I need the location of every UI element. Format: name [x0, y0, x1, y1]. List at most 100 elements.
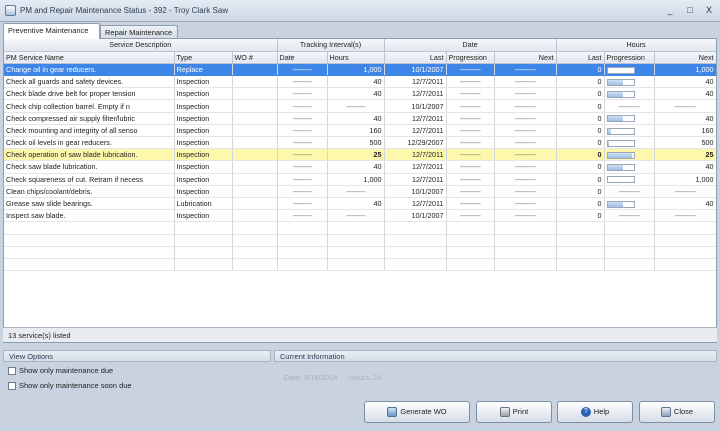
cell-hours-last: 0	[556, 63, 605, 77]
cell-hours-last: 0	[556, 185, 605, 198]
table-row[interactable]: Clean chips/coolant/debris. Inspection ---…	[4, 185, 716, 198]
column-header-interval-hours[interactable]: Hours	[327, 51, 385, 64]
table-row[interactable]: Check operation of saw blade lubrication…	[4, 148, 716, 162]
cell-interval-date: ----------	[277, 160, 328, 174]
hours-progress-bar	[606, 127, 635, 135]
cell-date-progression: -----------	[446, 197, 495, 211]
cell-date-last: 10/1/2007	[384, 209, 447, 223]
empty-cell	[654, 258, 716, 272]
empty-cell	[327, 258, 385, 272]
tab-preventive-maintenance[interactable]: Preventive Maintenance	[3, 23, 100, 39]
cell-type: Inspection	[174, 148, 233, 162]
view-options-header: View Options	[3, 350, 271, 362]
empty-cell	[277, 246, 328, 259]
empty-cell	[494, 221, 557, 235]
cell-hours-last: 0	[556, 197, 605, 211]
cell-hours-next: 500	[654, 136, 716, 150]
table-row[interactable]: Check oil levels in gear reducers. Inspec…	[4, 136, 716, 150]
column-header-hours-progression[interactable]: Progression	[604, 51, 655, 64]
option-due-only[interactable]: Show only maintenance due	[8, 366, 113, 376]
hours-progress-bar	[606, 176, 635, 184]
cell-date-progression: -----------	[446, 209, 495, 223]
column-header-wo[interactable]: WO #	[232, 51, 278, 64]
cell-interval-date: ----------	[277, 63, 328, 77]
cell-date-next: -----------	[494, 185, 557, 198]
cell-date-last: 10/1/2007	[384, 185, 447, 198]
table-row[interactable]: Check mounting and integrity of all sens…	[4, 124, 716, 138]
close-button[interactable]: Close	[639, 401, 715, 423]
cell-date-progression: -----------	[446, 148, 495, 162]
empty-cell	[604, 234, 655, 247]
empty-cell	[654, 246, 716, 259]
table-row[interactable]: Change oil in gear reducers. Replace -----…	[4, 63, 716, 77]
cell-hours-next: -----------	[654, 185, 716, 198]
minimize-button[interactable]: _	[663, 4, 677, 17]
hours-progress-bar	[606, 200, 635, 208]
cell-date-progression: -----------	[446, 185, 495, 198]
empty-cell	[4, 246, 175, 259]
table-row[interactable]: Check compressed air supply filter/lubri…	[4, 112, 716, 125]
table-row[interactable]: Grease saw slide bearings. Lubrication ---…	[4, 197, 716, 211]
cell-type: Inspection	[174, 185, 233, 198]
table-row[interactable]: Inspect saw blade. Inspection ---------- --…	[4, 209, 716, 223]
cell-date-last: 12/7/2011	[384, 197, 447, 211]
soon-due-checkbox[interactable]	[8, 382, 16, 391]
cell-hours-last: 0	[556, 99, 605, 113]
cell-date-last: 12/7/2011	[384, 75, 447, 89]
cell-interval-hours: ----------	[327, 99, 385, 113]
empty-row	[4, 258, 716, 272]
empty-cell	[446, 246, 495, 259]
empty-cell	[384, 234, 447, 247]
cell-interval-hours: 40	[327, 75, 385, 89]
due-only-checkbox[interactable]	[8, 367, 16, 376]
table-row[interactable]: Check saw blade lubrication. Inspection --…	[4, 160, 716, 174]
column-header-hours-last[interactable]: Last	[556, 51, 605, 64]
table-row[interactable]: Check squareness of cut. Retram if neces…	[4, 173, 716, 186]
empty-cell	[232, 221, 278, 235]
cell-date-next: -----------	[494, 197, 557, 211]
empty-cell	[277, 221, 328, 235]
close-window-button[interactable]: X	[702, 4, 716, 17]
column-header-hours-next[interactable]: Next	[654, 51, 716, 64]
cell-date-progression: -----------	[446, 63, 495, 77]
cell-hours-last: 0	[556, 173, 605, 186]
cell-type: Inspection	[174, 124, 233, 138]
empty-cell	[654, 234, 716, 247]
maximize-button[interactable]: □	[683, 4, 697, 17]
table-row[interactable]: Check chip collection barrel. Empty if n…	[4, 99, 716, 113]
print-label: Print	[512, 407, 529, 416]
cell-type: Inspection	[174, 136, 233, 150]
column-header-service-name[interactable]: PM Service Name	[4, 51, 175, 64]
table-row[interactable]: Check blade drive belt for proper tensio…	[4, 87, 716, 101]
table-row[interactable]: Check all guards and safety devices. Insp…	[4, 75, 716, 89]
option-soon-due-only[interactable]: Show only maintenance soon due	[8, 381, 132, 391]
column-header-type[interactable]: Type	[174, 51, 233, 64]
cell-interval-date: ----------	[277, 148, 328, 162]
cell-date-progression: -----------	[446, 99, 495, 113]
cell-service-name: Check squareness of cut. Retram if neces…	[4, 173, 175, 186]
tab-repair-maintenance[interactable]: Repair Maintenance	[100, 25, 178, 39]
cell-interval-date: ----------	[277, 209, 328, 223]
cell-interval-hours: ----------	[327, 185, 385, 198]
column-header-date-progression[interactable]: Progression	[446, 51, 495, 64]
cell-date-next: -----------	[494, 160, 557, 174]
cell-service-name: Check compressed air supply filter/lubri…	[4, 112, 175, 125]
generate-wo-label: Generate WO	[400, 407, 447, 416]
current-date: Date: 9/18/2014	[284, 373, 338, 382]
cell-interval-hours: 40	[327, 197, 385, 211]
empty-cell	[174, 246, 233, 259]
help-button[interactable]: ? Help	[557, 401, 633, 423]
print-button[interactable]: Print	[476, 401, 552, 423]
generate-wo-button[interactable]: Generate WO	[364, 401, 470, 423]
cell-date-next: -----------	[494, 136, 557, 150]
empty-cell	[556, 246, 605, 259]
cell-service-name: Check chip collection barrel. Empty if n	[4, 99, 175, 113]
app-icon	[5, 5, 16, 16]
column-header-date-last[interactable]: Last	[384, 51, 447, 64]
cell-hours-last: 0	[556, 87, 605, 101]
empty-cell	[494, 234, 557, 247]
title-bar: PM and Repair Maintenance Status - 392 -…	[0, 0, 720, 22]
cell-wo-number	[232, 63, 278, 77]
column-header-interval-date[interactable]: Date	[277, 51, 328, 64]
column-header-date-next[interactable]: Next	[494, 51, 557, 64]
